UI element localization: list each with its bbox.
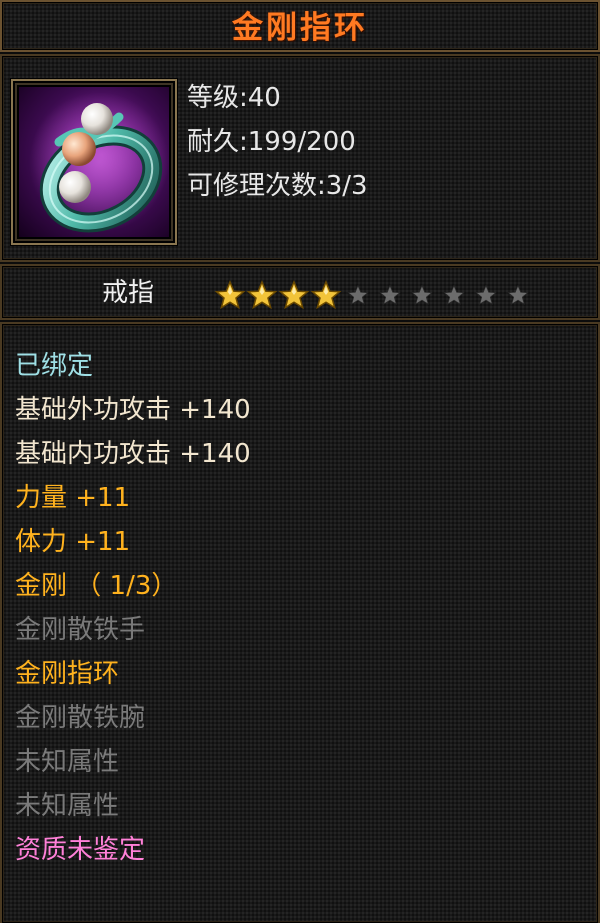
star-empty-icon [507,284,529,305]
item-type: 戒指 [102,278,155,308]
attribute-line: 基础内功攻击 +140 [15,439,251,469]
star-empty-icon [411,284,433,305]
star-empty-icon [347,284,369,305]
star-filled-icon [214,280,246,310]
attribute-line: 金刚指环 [15,659,120,689]
star-empty-icon [379,284,401,305]
star-filled-icon [278,280,310,310]
star-filled-icon [310,280,342,310]
attribute-line: 力量 +11 [15,483,131,513]
attribute-line: 基础外功攻击 +140 [15,395,251,425]
star-empty-icon [475,284,497,305]
item-type-bar: 戒指 [0,264,600,320]
attribute-list: 已绑定 基础外功攻击 +140 基础内功攻击 +140 力量 +11 体力 +1… [15,344,251,872]
item-repair-count: 可修理次数:3/3 [187,171,368,201]
attribute-line: 金刚散铁腕 [15,703,146,733]
star-empty-icon [443,284,465,305]
attribute-line: 未知属性 [15,791,120,821]
attribute-line: 体力 +11 [15,527,131,557]
star-rating [214,280,534,310]
item-durability: 耐久:199/200 [187,127,356,157]
attribute-line: 未知属性 [15,747,120,777]
attribute-panel: 已绑定 基础外功攻击 +140 基础内功攻击 +140 力量 +11 体力 +1… [0,322,600,923]
item-info-panel: 等级:40 耐久:199/200 可修理次数:3/3 [0,54,600,262]
tooltip-title-bar: 金刚指环 [0,0,600,52]
attribute-line: 资质未鉴定 [15,835,146,865]
item-level: 等级:40 [187,83,281,113]
item-icon-frame [11,79,177,245]
item-name: 金刚指环 [232,10,368,46]
ring-icon [19,87,169,237]
attribute-line: 已绑定 [15,351,94,381]
attribute-line: 金刚散铁手 [15,615,146,645]
attribute-line: 金刚 （ 1/3） [15,571,178,601]
star-filled-icon [246,280,278,310]
